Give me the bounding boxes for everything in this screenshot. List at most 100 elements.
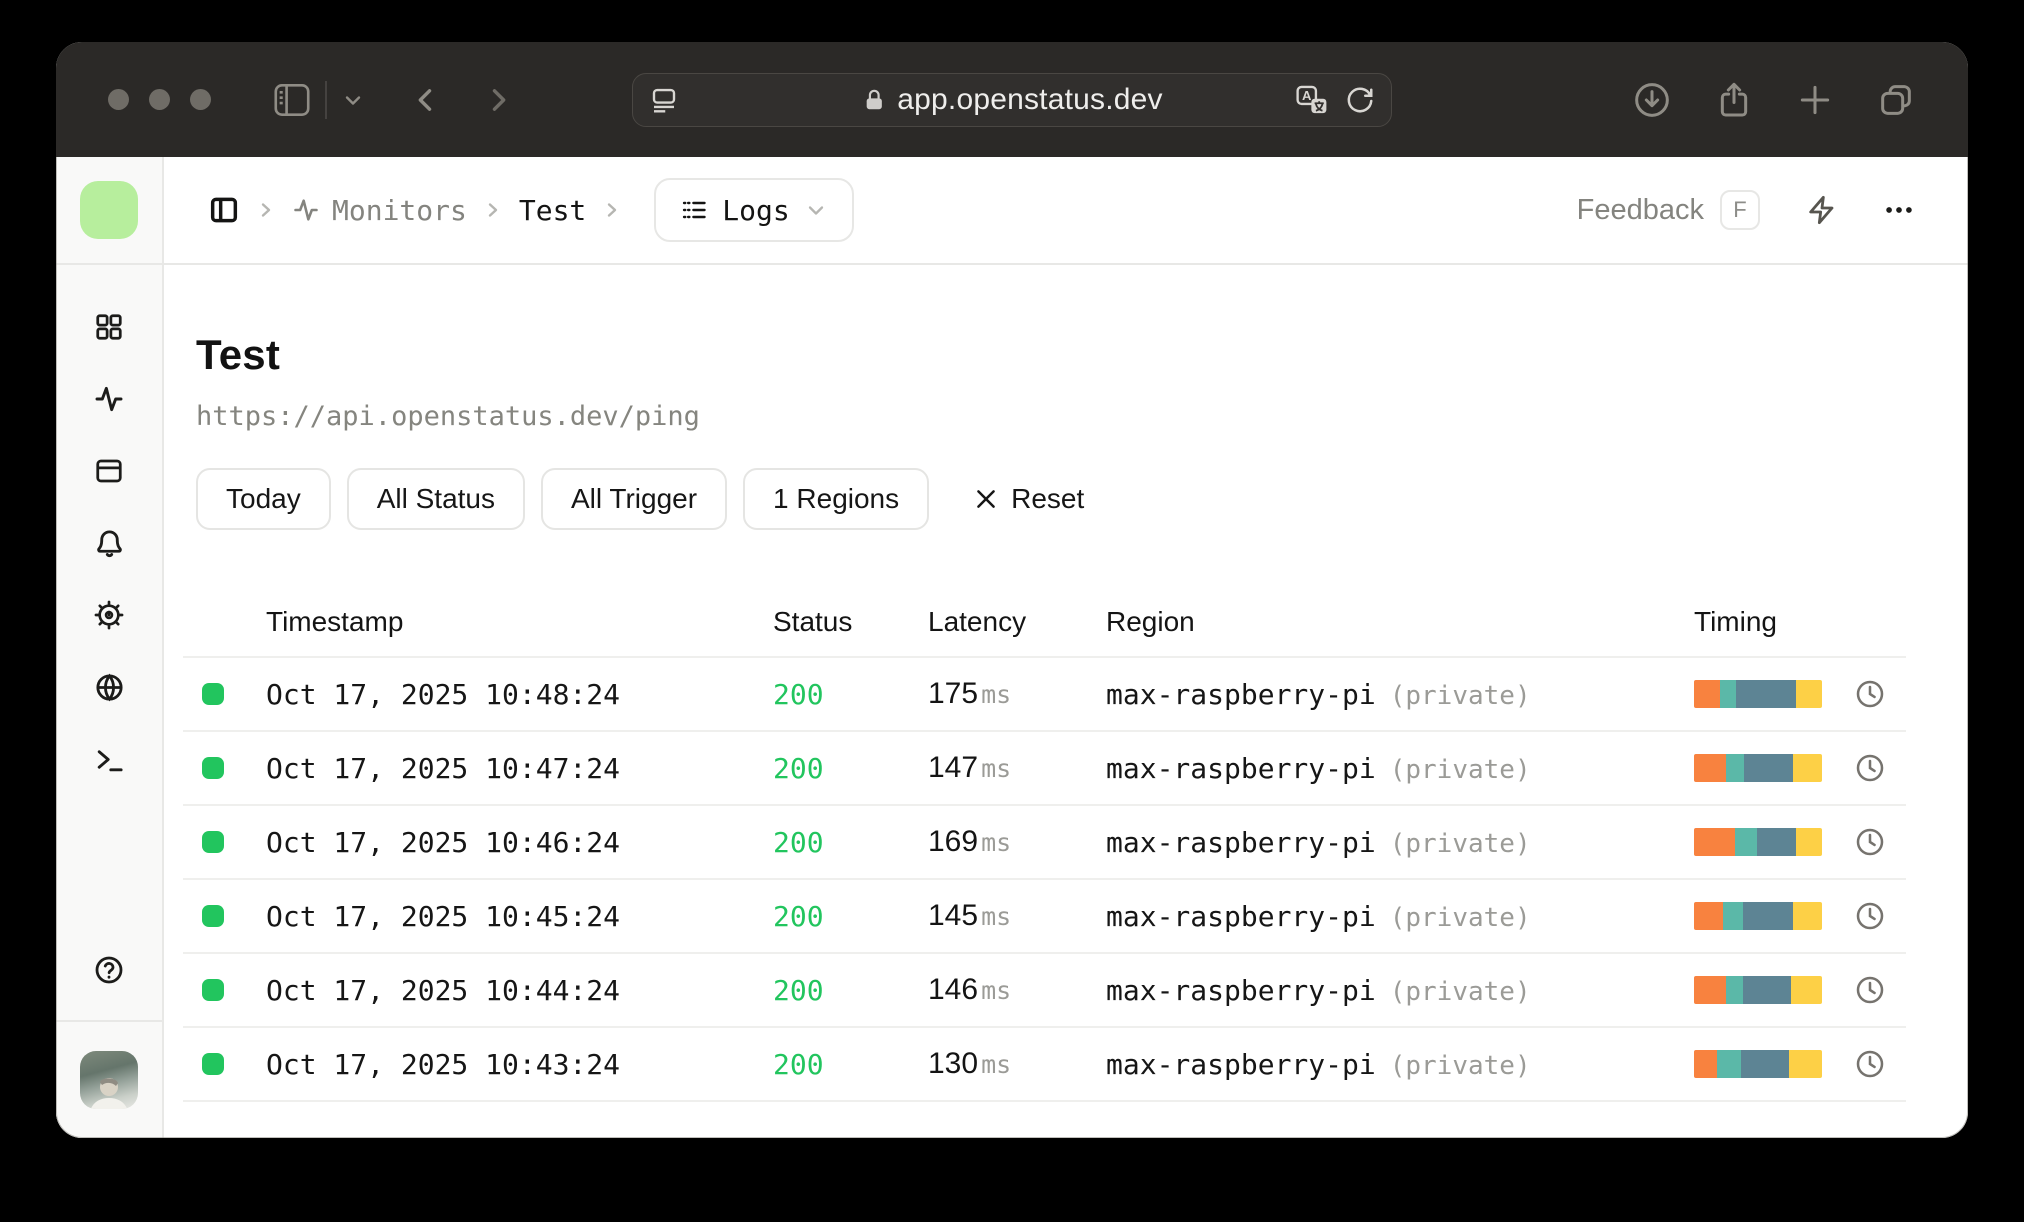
clock-icon [1856, 754, 1884, 782]
row-status: 200 [773, 751, 824, 785]
sidebar-item-status-pages[interactable] [73, 435, 145, 507]
view-selector[interactable]: Logs [654, 178, 854, 242]
address-url: app.openstatus.dev [897, 82, 1163, 116]
row-region: max-raspberry-pi [1106, 677, 1376, 711]
share-icon[interactable] [1714, 80, 1754, 120]
status-dot [202, 831, 224, 853]
timing-segment [1694, 976, 1726, 1004]
row-details-button[interactable] [1854, 826, 1906, 858]
chevron-right-icon [254, 198, 278, 222]
svg-text:A: A [1302, 88, 1312, 103]
timing-bar [1694, 1050, 1822, 1078]
log-row[interactable]: Oct 17, 2025 10:44:24 200 146 ms max-ras… [183, 954, 1906, 1028]
more-options-button[interactable] [1882, 193, 1916, 227]
close-window-button[interactable] [108, 89, 129, 110]
timing-segment [1742, 902, 1793, 930]
timing-segment [1792, 902, 1822, 930]
sidebar-item-regions[interactable] [73, 651, 145, 723]
user-menu[interactable] [56, 1020, 162, 1138]
breadcrumb-monitor-name[interactable]: Test [519, 194, 586, 227]
clock-icon [1856, 1050, 1884, 1078]
status-dot [202, 979, 224, 1001]
reader-page-icon[interactable] [649, 85, 679, 115]
row-details-button[interactable] [1854, 678, 1906, 710]
sidebar-item-cli[interactable] [73, 723, 145, 795]
row-status: 200 [773, 1047, 824, 1081]
row-region: max-raspberry-pi [1106, 825, 1376, 859]
filter-trigger[interactable]: All Trigger [541, 468, 728, 530]
log-row[interactable]: Oct 17, 2025 10:46:24 200 169 ms max-ras… [183, 806, 1906, 880]
row-latency-unit: ms [981, 1050, 1012, 1079]
sidebar-nav [73, 291, 145, 795]
clock-icon [1856, 976, 1884, 1004]
forward-button[interactable] [481, 83, 515, 117]
row-latency-value: 146 [928, 973, 979, 1006]
view-selector-label: Logs [722, 193, 790, 227]
log-rows: Oct 17, 2025 10:48:24 200 175 ms max-ras… [183, 658, 1906, 1102]
command-zap-button[interactable] [1806, 194, 1838, 226]
row-status: 200 [773, 677, 824, 711]
timing-segment [1694, 680, 1720, 708]
log-row[interactable]: Oct 17, 2025 10:45:24 200 145 ms max-ras… [183, 880, 1906, 954]
log-row[interactable]: Oct 17, 2025 10:48:24 200 175 ms max-ras… [183, 658, 1906, 732]
translate-icon[interactable]: A [1295, 84, 1329, 116]
timing-segment [1717, 1050, 1742, 1078]
toolbar-divider [325, 80, 327, 119]
timing-segment [1694, 828, 1735, 856]
timing-bar [1694, 902, 1822, 930]
row-details-button[interactable] [1854, 1048, 1906, 1080]
rows-list-icon [683, 201, 707, 219]
minimize-window-button[interactable] [149, 89, 170, 110]
address-bar[interactable]: app.openstatus.dev A [632, 72, 1392, 127]
clock-icon [1856, 680, 1884, 708]
filter-regions[interactable]: 1 Regions [743, 468, 930, 530]
sidebar-chevron-down-icon[interactable] [341, 88, 365, 112]
table-header-row: Timestamp Status Latency Region Timing [183, 588, 1906, 658]
clock-icon [1856, 902, 1884, 930]
filter-date[interactable]: Today [196, 468, 331, 530]
row-region-suffix: (private) [1389, 976, 1531, 1007]
tab-overview-icon[interactable] [1876, 80, 1916, 120]
reload-icon[interactable] [1345, 85, 1375, 115]
row-timestamp: Oct 17, 2025 10:44:24 [266, 973, 621, 1007]
new-tab-icon[interactable] [1796, 81, 1834, 119]
breadcrumb-monitors[interactable]: Monitors [292, 194, 467, 227]
timing-segment [1791, 976, 1822, 1004]
row-details-button[interactable] [1854, 974, 1906, 1006]
sidebar-item-settings[interactable] [73, 579, 145, 651]
row-details-button[interactable] [1854, 900, 1906, 932]
clock-icon [1856, 828, 1884, 856]
timing-segment [1792, 754, 1822, 782]
panel-left-toggle-icon[interactable] [208, 194, 240, 226]
feedback-shortcut-badge: F [1720, 190, 1760, 230]
log-row[interactable]: Oct 17, 2025 10:43:24 200 130 ms max-ras… [183, 1028, 1906, 1102]
zoom-window-button[interactable] [190, 89, 211, 110]
help-button[interactable] [73, 934, 145, 1006]
filter-status[interactable]: All Status [346, 468, 525, 530]
sidebar-item-notifications[interactable] [73, 507, 145, 579]
reset-filters-button[interactable]: Reset [973, 483, 1084, 515]
row-latency-unit: ms [981, 680, 1012, 709]
back-button[interactable] [409, 83, 443, 117]
row-region-suffix: (private) [1389, 1050, 1531, 1081]
row-timestamp: Oct 17, 2025 10:47:24 [266, 751, 621, 785]
browser-toolbar: app.openstatus.dev A [56, 42, 1968, 157]
app-header: Monitors Test Logs Feedback F [164, 157, 1968, 265]
user-avatar[interactable] [80, 1051, 138, 1109]
row-timestamp: Oct 17, 2025 10:43:24 [266, 1047, 621, 1081]
sidebar-item-dashboard[interactable] [73, 291, 145, 363]
sidebar-toggle-icon[interactable] [273, 83, 311, 117]
activity-icon [294, 199, 318, 221]
status-dot [202, 757, 224, 779]
log-row[interactable]: Oct 17, 2025 10:47:24 200 147 ms max-ras… [183, 732, 1906, 806]
sidebar-item-monitors[interactable] [73, 363, 145, 435]
workspace-logo[interactable] [80, 181, 138, 239]
row-latency-unit: ms [981, 976, 1012, 1005]
downloads-icon[interactable] [1632, 80, 1672, 120]
timing-segment [1694, 754, 1726, 782]
feedback-button[interactable]: Feedback [1577, 194, 1704, 227]
row-details-button[interactable] [1854, 752, 1906, 784]
terminal-icon [97, 749, 123, 771]
row-region-suffix: (private) [1389, 754, 1531, 785]
chevron-right-icon [600, 198, 624, 222]
